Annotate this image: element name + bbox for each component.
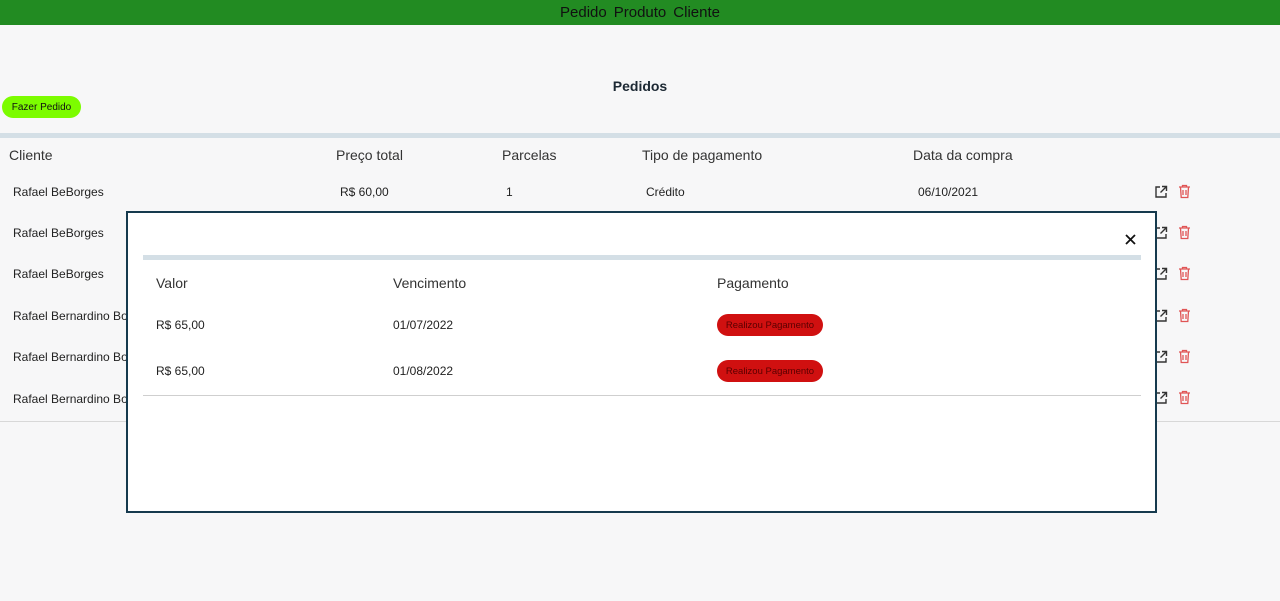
trash-icon[interactable]: [1178, 225, 1191, 240]
row-1-tipo: Crédito: [646, 185, 685, 199]
table-top-divider: [0, 133, 1280, 138]
row-1-cliente: Rafael BeBorges: [13, 185, 104, 199]
modal-table-bottom-divider: [143, 395, 1141, 396]
external-link-icon[interactable]: [1154, 185, 1168, 199]
close-icon[interactable]: [1122, 231, 1138, 247]
row-3-actions: [1154, 266, 1191, 281]
header-tipo-pagamento: Tipo de pagamento: [642, 147, 763, 163]
trash-icon[interactable]: [1178, 349, 1191, 364]
installment-2-valor: R$ 65,00: [156, 364, 205, 378]
row-5-actions: [1154, 349, 1191, 364]
modal-divider: [143, 255, 1141, 260]
top-nav: Pedido Produto Cliente: [0, 0, 1280, 25]
header-parcelas: Parcelas: [502, 147, 557, 163]
page-title: Pedidos: [612, 78, 668, 94]
installment-1-valor: R$ 65,00: [156, 318, 205, 332]
installment-1-vencimento: 01/07/2022: [393, 318, 454, 332]
row-4-cliente: Rafael Bernardino Bo: [13, 309, 126, 323]
modal-header-pagamento: Pagamento: [717, 275, 789, 291]
row-1-actions: [1154, 184, 1191, 199]
nav-cliente[interactable]: Cliente: [673, 0, 720, 25]
row-6-cliente: Rafael Bernardino Bo: [13, 392, 126, 406]
header-data-compra: Data da compra: [913, 147, 1013, 163]
modal-header-vencimento: Vencimento: [393, 275, 467, 291]
row-1-parcelas: 1: [506, 185, 513, 199]
installment-1-payment-button[interactable]: Realizou Pagamento: [717, 314, 823, 336]
row-1-data: 06/10/2021: [918, 185, 979, 199]
row-4-actions: [1154, 308, 1191, 323]
row-1-preco: R$ 60,00: [340, 185, 389, 199]
nav-produto[interactable]: Produto: [614, 0, 667, 25]
installment-2-vencimento: 01/08/2022: [393, 364, 454, 378]
trash-icon[interactable]: [1178, 184, 1191, 199]
row-3-cliente: Rafael BeBorges: [13, 267, 104, 281]
header-cliente: Cliente: [9, 147, 53, 163]
installments-modal: Valor Vencimento Pagamento R$ 65,00 01/0…: [126, 211, 1157, 513]
trash-icon[interactable]: [1178, 266, 1191, 281]
row-2-actions: [1154, 225, 1191, 240]
header-preco-total: Preço total: [336, 147, 403, 163]
new-order-button[interactable]: Fazer Pedido: [2, 96, 81, 118]
trash-icon[interactable]: [1178, 390, 1191, 405]
nav-pedido[interactable]: Pedido: [560, 0, 607, 25]
row-2-cliente: Rafael BeBorges: [13, 226, 104, 240]
trash-icon[interactable]: [1178, 308, 1191, 323]
row-6-actions: [1154, 390, 1191, 405]
row-5-cliente: Rafael Bernardino Bo: [13, 350, 126, 364]
modal-header-valor: Valor: [156, 275, 188, 291]
installment-2-payment-button[interactable]: Realizou Pagamento: [717, 360, 823, 382]
